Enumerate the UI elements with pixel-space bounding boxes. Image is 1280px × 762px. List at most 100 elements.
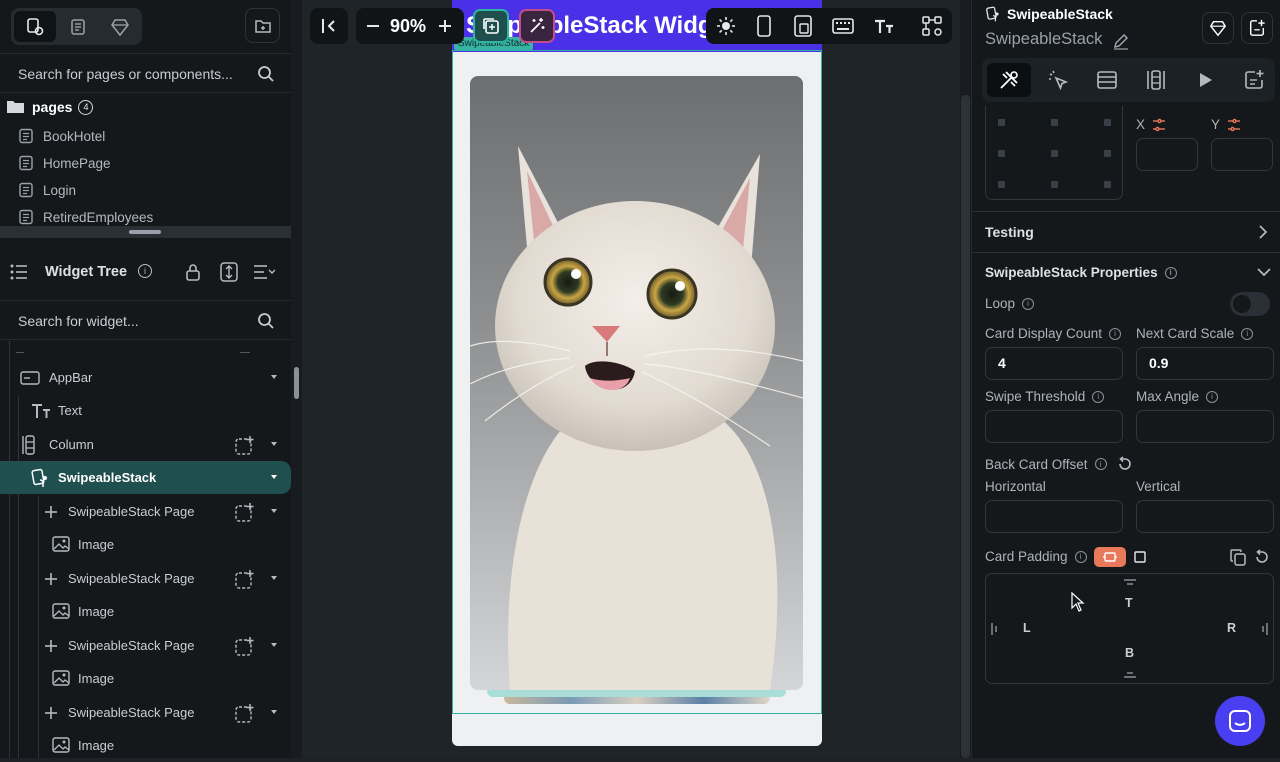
- variable-icon[interactable]: [1227, 118, 1241, 132]
- page-item-login[interactable]: Login: [18, 178, 76, 202]
- tree-item-swipeable-page-2[interactable]: SwipeableStack Page: [0, 562, 291, 595]
- caret-down-icon[interactable]: [271, 576, 277, 580]
- edit-pencil-icon[interactable]: [1112, 32, 1130, 50]
- tree-item-image-3[interactable]: Image: [0, 662, 291, 695]
- lock-icon[interactable]: [185, 263, 201, 281]
- add-page-button[interactable]: [1241, 12, 1273, 44]
- padding-bottom-label[interactable]: B: [1125, 646, 1134, 660]
- tree-item-image-2[interactable]: Image: [0, 595, 291, 628]
- padding-left-handle-icon[interactable]: [990, 622, 998, 636]
- swipe-threshold-input[interactable]: [985, 410, 1123, 443]
- scrollbar-thumb[interactable]: [294, 367, 299, 399]
- padding-mode-all[interactable]: [1129, 547, 1151, 567]
- reset-icon[interactable]: [1117, 456, 1133, 472]
- x-offset-field[interactable]: [1136, 138, 1198, 171]
- tab-pages-components[interactable]: [14, 11, 56, 42]
- padding-top-handle-icon[interactable]: [1123, 578, 1137, 586]
- scrollbar-thumb[interactable]: [961, 95, 970, 758]
- align-dot[interactable]: [998, 119, 1005, 126]
- tree-item-swipeable-page-4[interactable]: SwipeableStack Page: [0, 696, 291, 729]
- search-widget-row[interactable]: Search for widget...: [0, 300, 291, 340]
- zoom-in-icon[interactable]: [438, 19, 452, 33]
- widget-name-field[interactable]: SwipeableStack: [985, 30, 1102, 49]
- padding-mode-individual[interactable]: [1094, 547, 1126, 567]
- tablet-device-icon[interactable]: [794, 15, 812, 37]
- y-offset-field[interactable]: [1211, 138, 1273, 171]
- pages-folder[interactable]: pages 4: [6, 99, 94, 115]
- component-toggle-button[interactable]: [473, 9, 509, 43]
- tree-item-image-4[interactable]: Image: [0, 729, 291, 762]
- info-icon[interactable]: i: [1074, 550, 1087, 563]
- add-child-icon[interactable]: [235, 569, 255, 589]
- align-dot[interactable]: [998, 150, 1005, 157]
- tree-item-swipeable-page-3[interactable]: SwipeableStack Page: [0, 629, 291, 662]
- collapse-left-icon[interactable]: [320, 17, 338, 35]
- padding-top-label[interactable]: T: [1125, 596, 1133, 610]
- tab-backend-query[interactable]: [1085, 63, 1129, 97]
- caret-down-icon[interactable]: [271, 442, 277, 446]
- info-icon[interactable]: i: [138, 264, 152, 278]
- align-dot[interactable]: [1051, 150, 1058, 157]
- search-icon[interactable]: [257, 312, 275, 330]
- sort-menu-icon[interactable]: [253, 264, 275, 280]
- add-child-icon[interactable]: [235, 703, 255, 723]
- support-chat-button[interactable]: [1215, 696, 1265, 746]
- align-dot[interactable]: [1104, 150, 1111, 157]
- debug-widget-button[interactable]: [519, 9, 555, 43]
- add-child-icon[interactable]: [235, 502, 255, 522]
- add-child-icon[interactable]: [235, 636, 255, 656]
- padding-right-label[interactable]: R: [1227, 621, 1236, 635]
- loop-toggle[interactable]: [1230, 292, 1270, 316]
- page-item-homepage[interactable]: HomePage: [18, 151, 111, 175]
- info-icon[interactable]: i: [1092, 390, 1105, 403]
- tab-properties[interactable]: [987, 63, 1031, 97]
- info-icon[interactable]: i: [1164, 266, 1177, 279]
- caret-down-icon[interactable]: [271, 710, 277, 714]
- add-child-icon[interactable]: [235, 435, 255, 455]
- padding-left-label[interactable]: L: [1023, 621, 1031, 635]
- align-dot[interactable]: [1104, 119, 1111, 126]
- next-card-scale-input[interactable]: 0.9: [1136, 347, 1274, 380]
- tree-item-swipeablestack[interactable]: SwipeableStack: [0, 461, 291, 494]
- caret-down-icon[interactable]: [271, 509, 277, 513]
- resize-handle[interactable]: [129, 230, 161, 234]
- tab-notes[interactable]: [1232, 63, 1276, 97]
- max-angle-input[interactable]: [1136, 410, 1274, 443]
- caret-down-icon[interactable]: [271, 475, 277, 479]
- tree-item-swipeable-page-1[interactable]: SwipeableStack Page: [0, 495, 291, 528]
- align-dot[interactable]: [1051, 181, 1058, 188]
- sun-icon[interactable]: [716, 16, 736, 36]
- copy-icon[interactable]: [1230, 549, 1246, 566]
- tree-item-column[interactable]: Column: [0, 428, 291, 461]
- vertical-offset-input[interactable]: [1136, 500, 1274, 533]
- panel-resize-bar[interactable]: [0, 226, 291, 238]
- align-dot[interactable]: [998, 181, 1005, 188]
- swipeable-properties-header[interactable]: SwipeableStack Properties i: [972, 253, 1280, 291]
- padding-bottom-handle-icon[interactable]: [1123, 671, 1137, 679]
- info-icon[interactable]: i: [1022, 297, 1035, 310]
- tab-layout[interactable]: [1134, 63, 1178, 97]
- tree-item-image-1[interactable]: Image: [0, 528, 291, 561]
- search-pages-input[interactable]: Search for pages or components...: [18, 66, 233, 82]
- expand-vertical-icon[interactable]: [220, 262, 238, 282]
- info-icon[interactable]: i: [1094, 458, 1107, 470]
- tree-item-text[interactable]: Text: [0, 394, 291, 427]
- search-icon[interactable]: [257, 65, 275, 83]
- horizontal-offset-input[interactable]: [985, 500, 1123, 533]
- caret-down-icon[interactable]: [271, 375, 277, 379]
- text-size-icon[interactable]: [874, 18, 894, 34]
- keyboard-icon[interactable]: [832, 18, 854, 34]
- tab-animations[interactable]: [1183, 63, 1227, 97]
- testing-section-header[interactable]: Testing: [972, 212, 1280, 252]
- upgrade-button[interactable]: [1202, 12, 1234, 44]
- tab-actions[interactable]: [1036, 63, 1080, 97]
- alignment-grid[interactable]: [985, 106, 1123, 200]
- tab-theme[interactable]: [99, 11, 141, 42]
- new-folder-button[interactable]: [245, 8, 280, 43]
- zoom-out-icon[interactable]: [366, 19, 380, 33]
- variable-icon[interactable]: [1152, 118, 1166, 132]
- card-padding-editor[interactable]: T L R B: [985, 573, 1274, 684]
- tree-item-appbar[interactable]: AppBar: [0, 361, 291, 394]
- align-dot[interactable]: [1104, 181, 1111, 188]
- node-graph-icon[interactable]: [922, 16, 942, 36]
